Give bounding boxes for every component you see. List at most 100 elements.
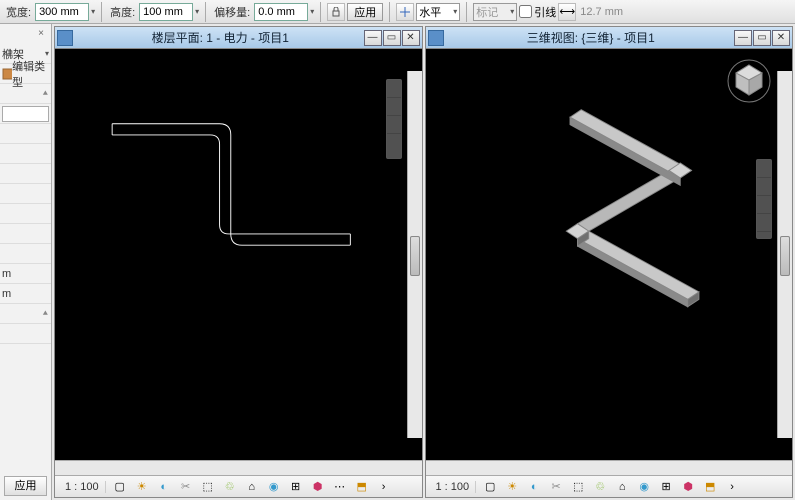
scale-label[interactable]: 1 : 100 xyxy=(59,481,106,493)
status-icon[interactable]: ▢ xyxy=(112,479,128,495)
mark-label: 标记 xyxy=(476,4,498,20)
views-area: 楼层平面: 1 - 电力 - 项目1 — ▭ ✕ xyxy=(52,24,795,500)
apply-button[interactable]: 应用 xyxy=(347,3,383,21)
edit-type-row[interactable]: 编辑类型 xyxy=(0,64,51,84)
top-toolbar: 宽度: ▾ 高度: ▾ 偏移量: ▾ 应用 水平▾ 标记▾ 引线 ⟷ 12.7 … xyxy=(0,0,795,24)
align-icon[interactable] xyxy=(396,3,414,21)
prop-row xyxy=(0,204,51,224)
3d-view: 三维视图: {三维} - 项目1 — ▭ ✕ xyxy=(425,26,794,498)
leader-label: 引线 xyxy=(534,4,556,20)
nav-icon[interactable] xyxy=(757,178,771,196)
view-title: 楼层平面: 1 - 电力 - 项目1 xyxy=(77,29,364,46)
crop-icon[interactable]: ✂ xyxy=(178,479,194,495)
leader-dim-icon[interactable]: ⟷ xyxy=(558,3,576,21)
align-dropdown[interactable]: 水平▾ xyxy=(416,3,460,21)
shadows-icon[interactable]: ◐ xyxy=(156,479,172,495)
view-statusbar: 1 : 100 ▢ ☀ ◐ ✂ ⬚ ♲ ⌂ ◉ ⊞ ⬢ ⋯ ⬒ › xyxy=(55,475,422,497)
status-icon[interactable]: ♲ xyxy=(222,479,238,495)
height-input[interactable] xyxy=(139,3,193,21)
panel-apply-button[interactable]: 应用 xyxy=(4,476,47,496)
sun-icon[interactable]: ☀ xyxy=(134,479,150,495)
width-input[interactable] xyxy=(35,3,89,21)
steering-wheel[interactable] xyxy=(386,79,402,159)
prop-row xyxy=(0,144,51,164)
nav-icon[interactable] xyxy=(387,98,401,116)
status-icon[interactable]: ⬢ xyxy=(310,479,326,495)
status-icon[interactable]: ▢ xyxy=(482,479,498,495)
plan-drawing xyxy=(55,49,422,460)
status-icon[interactable]: ⬚ xyxy=(200,479,216,495)
maximize-button[interactable]: ▭ xyxy=(383,30,401,46)
status-icon[interactable]: ◉ xyxy=(636,479,652,495)
status-icon[interactable]: ⋯ xyxy=(332,479,348,495)
maximize-button[interactable]: ▭ xyxy=(753,30,771,46)
offset-dropdown-icon[interactable]: ▾ xyxy=(310,7,314,16)
align-value: 水平 xyxy=(419,4,441,20)
scrollbar-horizontal[interactable] xyxy=(55,460,422,475)
close-icon[interactable]: × xyxy=(34,28,48,42)
status-icon[interactable]: ⌂ xyxy=(614,479,630,495)
status-icon[interactable]: ⌂ xyxy=(244,479,260,495)
prop-input[interactable] xyxy=(2,106,49,122)
properties-panel: × 梻架▾ 编辑类型 ⯅ m m ⯅ 应用 xyxy=(0,24,52,500)
status-icon[interactable]: ⬒ xyxy=(702,479,718,495)
chevron-right-icon[interactable]: › xyxy=(724,479,740,495)
leader-checkbox[interactable] xyxy=(519,5,532,18)
viewcube[interactable] xyxy=(726,57,772,103)
view-title: 三维视图: {三维} - 项目1 xyxy=(448,29,735,46)
status-icon[interactable]: ◉ xyxy=(266,479,282,495)
3d-canvas[interactable] xyxy=(426,49,793,460)
sun-icon[interactable]: ☀ xyxy=(504,479,520,495)
scale-label[interactable]: 1 : 100 xyxy=(430,481,477,493)
separator xyxy=(101,2,102,22)
nav-icon[interactable] xyxy=(757,196,771,214)
shadows-icon[interactable]: ◐ xyxy=(526,479,542,495)
lock-icon[interactable] xyxy=(327,3,345,21)
minimize-button[interactable]: — xyxy=(734,30,752,46)
close-button[interactable]: ✕ xyxy=(402,30,420,46)
scrollbar-horizontal[interactable] xyxy=(426,460,793,475)
edit-icon xyxy=(2,68,12,80)
prop-row xyxy=(0,124,51,144)
prop-row: ⯅ xyxy=(0,304,51,324)
floor-plan-view: 楼层平面: 1 - 电力 - 项目1 — ▭ ✕ xyxy=(54,26,423,498)
status-icon[interactable]: ⬒ xyxy=(354,479,370,495)
nav-icon[interactable] xyxy=(387,80,401,98)
edit-type-label: 编辑类型 xyxy=(12,58,49,90)
prop-row: m xyxy=(0,264,51,284)
steering-wheel[interactable] xyxy=(756,159,772,239)
prop-row: m xyxy=(0,284,51,304)
3d-drawing xyxy=(426,49,793,460)
width-dropdown-icon[interactable]: ▾ xyxy=(91,7,95,16)
prop-row xyxy=(0,224,51,244)
status-icon[interactable]: ⊞ xyxy=(288,479,304,495)
status-icon[interactable]: ⊞ xyxy=(658,479,674,495)
nav-icon[interactable] xyxy=(757,160,771,178)
status-icon[interactable]: ♲ xyxy=(592,479,608,495)
view-type-icon xyxy=(57,30,73,46)
nav-icon[interactable] xyxy=(757,214,771,232)
plan-canvas[interactable] xyxy=(55,49,422,460)
status-icon[interactable]: ⬢ xyxy=(680,479,696,495)
close-button[interactable]: ✕ xyxy=(772,30,790,46)
chevron-right-icon[interactable]: › xyxy=(376,479,392,495)
status-icon[interactable]: ✂ xyxy=(548,479,564,495)
status-icon[interactable]: ⬚ xyxy=(570,479,586,495)
separator xyxy=(320,2,321,22)
leader-value: 12.7 mm xyxy=(578,6,625,18)
scrollbar-vertical[interactable] xyxy=(777,71,792,438)
prop-row xyxy=(0,184,51,204)
minimize-button[interactable]: — xyxy=(364,30,382,46)
height-dropdown-icon[interactable]: ▾ xyxy=(195,7,199,16)
view-statusbar: 1 : 100 ▢ ☀ ◐ ✂ ⬚ ♲ ⌂ ◉ ⊞ ⬢ ⬒ › xyxy=(426,475,793,497)
nav-icon[interactable] xyxy=(387,116,401,134)
offset-input[interactable] xyxy=(254,3,308,21)
view-titlebar: 三维视图: {三维} - 项目1 — ▭ ✕ xyxy=(426,27,793,49)
separator xyxy=(389,2,390,22)
width-label: 宽度: xyxy=(4,4,33,20)
prop-row xyxy=(0,324,51,344)
scrollbar-vertical[interactable] xyxy=(407,71,422,438)
prop-input-row xyxy=(0,104,51,124)
mark-dropdown[interactable]: 标记▾ xyxy=(473,3,517,21)
view-titlebar: 楼层平面: 1 - 电力 - 项目1 — ▭ ✕ xyxy=(55,27,422,49)
